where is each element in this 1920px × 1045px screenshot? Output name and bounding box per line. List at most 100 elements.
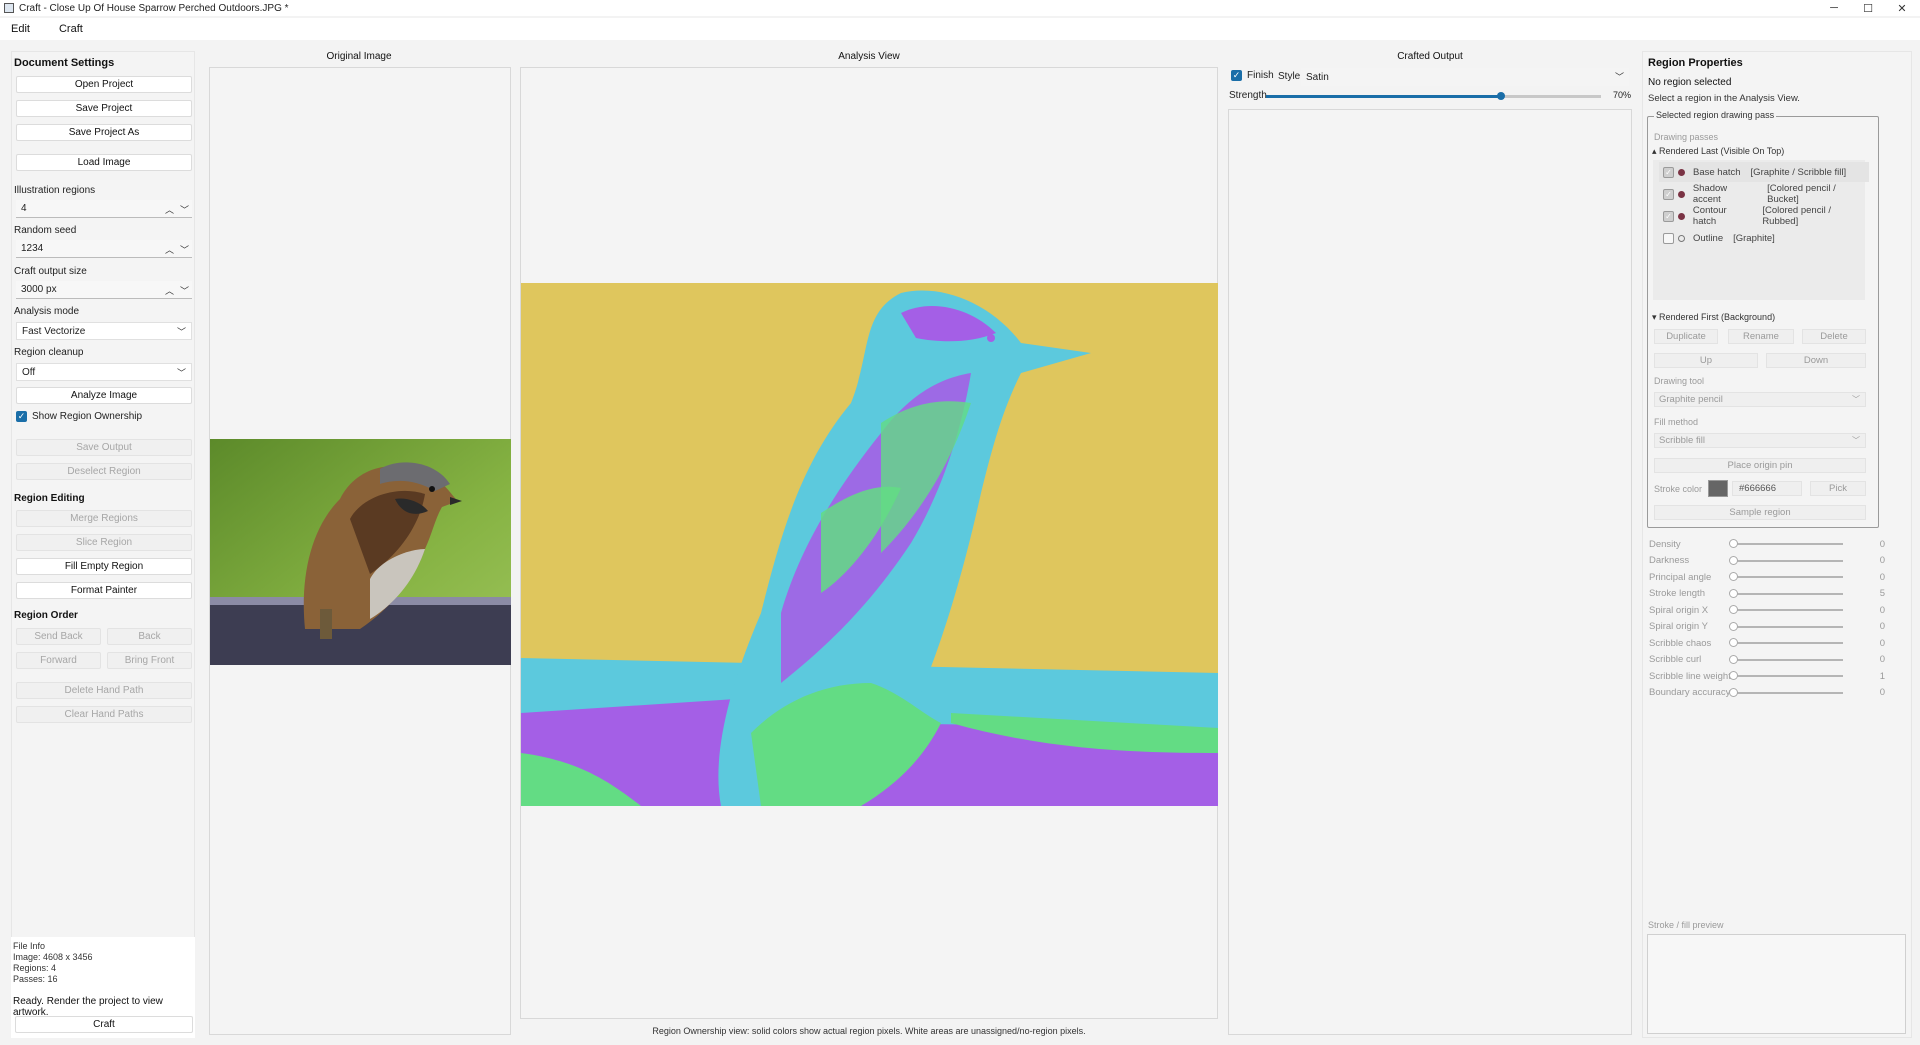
save-project-button[interactable]: Save Project	[16, 100, 192, 117]
region-ownership-map[interactable]	[521, 283, 1218, 806]
pass-checkbox[interactable]: ✓	[1663, 188, 1674, 200]
param-slider[interactable]	[1729, 588, 1843, 598]
param-slider-handle[interactable]	[1729, 605, 1738, 614]
analysis-mode-value: Fast Vectorize	[22, 325, 86, 337]
merge-regions-button[interactable]: Merge Regions	[16, 510, 192, 527]
stroke-color-hex[interactable]: #666666	[1732, 481, 1802, 496]
fill-empty-region-button[interactable]: Fill Empty Region	[16, 558, 192, 575]
param-slider-handle[interactable]	[1729, 671, 1738, 680]
status-text: Ready. Render the project to view artwor…	[13, 996, 163, 1018]
open-project-button[interactable]: Open Project	[16, 76, 192, 93]
illustration-regions-spinbox[interactable]: 4 ︿ ﹀	[16, 200, 192, 218]
random-seed-spinbox[interactable]: 1234 ︿ ﹀	[16, 240, 192, 258]
spin-up-icon[interactable]: ︿	[165, 203, 174, 216]
chevron-down-icon: ﹀	[1852, 436, 1860, 445]
back-button[interactable]: Back	[107, 628, 192, 645]
app-icon	[4, 3, 14, 13]
param-name: Scribble chaos	[1649, 637, 1712, 649]
region-editing-title: Region Editing	[14, 493, 85, 504]
close-button[interactable]: ✕	[1885, 0, 1919, 16]
param-slider-handle[interactable]	[1729, 621, 1738, 631]
place-origin-pin-button[interactable]: Place origin pin	[1654, 458, 1866, 473]
craft-output-size-label: Craft output size	[14, 266, 87, 277]
group-legend: Selected region drawing pass	[1654, 110, 1777, 120]
maximize-button[interactable]: ☐	[1851, 0, 1885, 16]
style-select[interactable]: Satin ﹀	[1301, 68, 1629, 86]
rendered-last-header[interactable]: ▴ Rendered Last (Visible On Top)	[1652, 146, 1784, 157]
format-painter-button[interactable]: Format Painter	[16, 582, 192, 599]
param-slider-handle[interactable]	[1729, 687, 1738, 697]
craft-output-size-spinbox[interactable]: 3000 px ︿ ﹀	[16, 281, 192, 299]
param-slider-handle[interactable]	[1729, 588, 1738, 598]
param-slider[interactable]	[1729, 687, 1843, 697]
rename-button[interactable]: Rename	[1728, 329, 1794, 344]
param-slider[interactable]	[1729, 621, 1843, 631]
save-output-button[interactable]: Save Output	[16, 439, 192, 456]
strength-handle[interactable]	[1496, 92, 1505, 100]
down-button[interactable]: Down	[1766, 353, 1866, 368]
delete-button[interactable]: Delete	[1802, 329, 1866, 344]
load-image-button[interactable]: Load Image	[16, 154, 192, 171]
pass-name: Base hatch	[1693, 166, 1741, 178]
param-slider-handle[interactable]	[1729, 555, 1738, 565]
param-slider-handle[interactable]	[1729, 572, 1738, 581]
pass-color-dot-icon	[1677, 212, 1685, 220]
fill-method-select[interactable]: Scribble fill ﹀	[1654, 433, 1866, 448]
finish-checkbox[interactable]: ✓ Finish	[1231, 70, 1274, 81]
pass-row[interactable]: ✓ Base hatch [Graphite / Scribble fill]	[1659, 162, 1869, 182]
slice-region-button[interactable]: Slice Region	[16, 534, 192, 551]
pick-color-button[interactable]: Pick	[1810, 481, 1866, 496]
param-slider[interactable]	[1729, 654, 1843, 664]
analyze-image-button[interactable]: Analyze Image	[16, 387, 192, 404]
analysis-mode-select[interactable]: Fast Vectorize ﹀	[16, 322, 192, 340]
param-slider-row: Darkness 0	[1649, 554, 1885, 568]
spin-down-icon[interactable]: ﹀	[180, 243, 189, 256]
stroke-color-swatch[interactable]	[1708, 480, 1728, 497]
param-slider-handle[interactable]	[1729, 654, 1738, 664]
drawing-tool-select[interactable]: Graphite pencil ﹀	[1654, 392, 1866, 407]
delete-hand-path-button[interactable]: Delete Hand Path	[16, 682, 192, 699]
region-properties-title: Region Properties	[1648, 57, 1743, 69]
show-region-ownership-label: Show Region Ownership	[32, 411, 143, 422]
param-slider[interactable]	[1729, 572, 1843, 581]
save-project-as-button[interactable]: Save Project As	[16, 124, 192, 141]
param-value: 0	[1879, 555, 1885, 566]
spin-down-icon[interactable]: ﹀	[180, 203, 189, 216]
strength-slider[interactable]	[1266, 92, 1601, 100]
param-slider[interactable]	[1729, 671, 1843, 680]
minimize-button[interactable]: ─	[1817, 0, 1851, 16]
pass-row[interactable]: ✓ Shadow accent [Colored pencil / Bucket]	[1659, 183, 1869, 205]
illustration-regions-label: Illustration regions	[14, 185, 96, 196]
analysis-view[interactable]	[520, 67, 1218, 1019]
craft-button[interactable]: Craft	[15, 1016, 193, 1033]
up-button[interactable]: Up	[1654, 353, 1758, 368]
param-slider[interactable]	[1729, 638, 1843, 647]
send-back-button[interactable]: Send Back	[16, 628, 101, 645]
param-slider-handle[interactable]	[1729, 638, 1738, 647]
duplicate-button[interactable]: Duplicate	[1654, 329, 1718, 344]
param-slider[interactable]	[1729, 555, 1843, 565]
clear-hand-paths-button[interactable]: Clear Hand Paths	[16, 706, 192, 723]
param-slider-handle[interactable]	[1729, 539, 1738, 548]
pass-checkbox[interactable]: ✓	[1663, 166, 1674, 178]
title-bar: Craft - Close Up Of House Sparrow Perche…	[0, 0, 1920, 16]
pass-row[interactable]: ✓ Contour hatch [Colored pencil / Rubbed]	[1659, 205, 1869, 227]
deselect-region-button[interactable]: Deselect Region	[16, 463, 192, 480]
pass-checkbox[interactable]: ✓	[1663, 210, 1674, 222]
param-slider[interactable]	[1729, 539, 1843, 548]
spin-down-icon[interactable]: ﹀	[180, 284, 189, 297]
sample-region-button[interactable]: Sample region	[1654, 505, 1866, 520]
forward-button[interactable]: Forward	[16, 652, 101, 669]
region-cleanup-select[interactable]: Off ﹀	[16, 363, 192, 381]
param-slider[interactable]	[1729, 605, 1843, 614]
spin-up-icon[interactable]: ︿	[165, 284, 174, 297]
menu-edit[interactable]: Edit	[0, 18, 41, 40]
menu-craft[interactable]: Craft	[41, 18, 94, 40]
ownership-footer-note: Region Ownership view: solid colors show…	[652, 1026, 1086, 1036]
pass-row[interactable]: Outline [Graphite]	[1659, 228, 1869, 248]
rendered-first-header[interactable]: ▾ Rendered First (Background)	[1652, 312, 1775, 323]
spin-up-icon[interactable]: ︿	[165, 243, 174, 256]
bring-front-button[interactable]: Bring Front	[107, 652, 192, 669]
pass-checkbox[interactable]	[1663, 232, 1674, 244]
show-region-ownership-checkbox[interactable]: ✓ Show Region Ownership	[16, 411, 142, 422]
